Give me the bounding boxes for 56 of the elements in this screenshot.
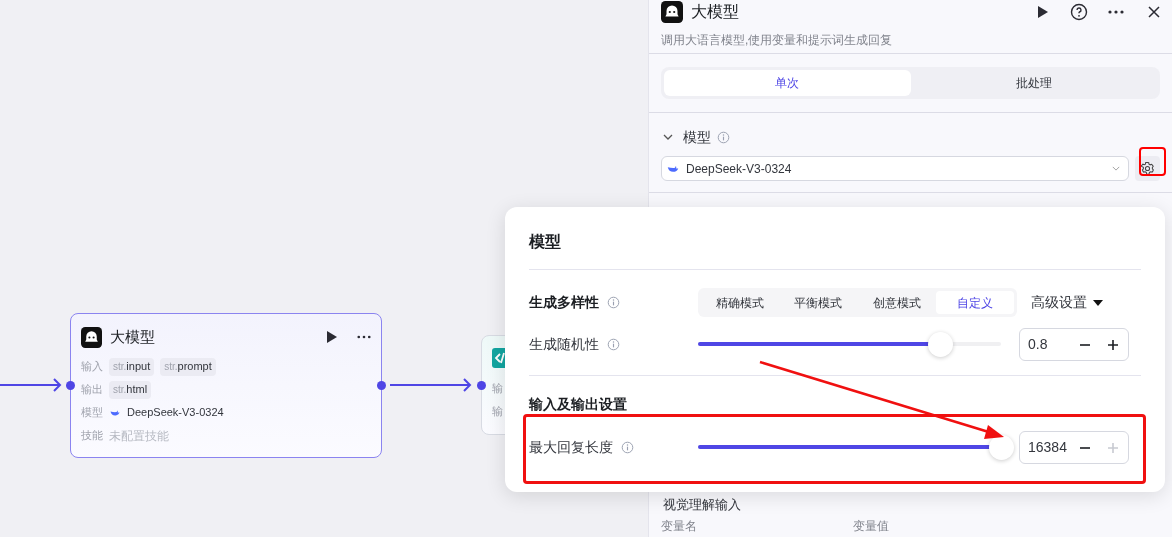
plus-icon[interactable] bbox=[1108, 339, 1118, 350]
play-icon[interactable] bbox=[1038, 6, 1048, 18]
more-icon[interactable] bbox=[1108, 10, 1124, 14]
setting-label: 最大回复长度 bbox=[529, 438, 613, 457]
robot-icon bbox=[81, 326, 102, 348]
slider-handle[interactable] bbox=[989, 435, 1014, 460]
section-title: 视觉理解输入 bbox=[663, 496, 741, 515]
variable-name: input bbox=[126, 359, 151, 375]
panel-title: 大模型 bbox=[691, 2, 739, 22]
mode-option[interactable]: 精确模式 bbox=[701, 291, 780, 314]
model-name: DeepSeek-V3-0324 bbox=[127, 405, 224, 421]
panel-description: 调用大语言模型,使用变量和提示词生成回复 bbox=[660, 32, 894, 49]
close-icon[interactable] bbox=[1148, 6, 1160, 18]
row-label: 输入 bbox=[81, 359, 103, 375]
tab[interactable]: 单次 bbox=[664, 70, 911, 96]
advanced-settings-button[interactable]: 高级设置 bbox=[1031, 292, 1103, 313]
mode-option[interactable]: 自定义 bbox=[935, 291, 1014, 314]
row-label: 输出 bbox=[81, 382, 103, 398]
caret-icon bbox=[1093, 299, 1103, 306]
section-title: 输入及输出设置 bbox=[529, 395, 628, 414]
model-select[interactable]: DeepSeek-V3-0324 bbox=[661, 156, 1129, 181]
chevron-icon[interactable] bbox=[663, 134, 673, 140]
chevron-icon bbox=[1112, 166, 1120, 171]
highlight-box bbox=[1139, 147, 1166, 176]
row-label: 输 bbox=[492, 381, 504, 396]
connector-arrow bbox=[0, 378, 62, 392]
play-icon[interactable] bbox=[327, 331, 337, 343]
type-prefix: str. bbox=[113, 383, 127, 397]
setting-label: 生成随机性 bbox=[529, 335, 599, 354]
mode-option[interactable]: 平衡模式 bbox=[779, 291, 858, 314]
row-label: 模型 bbox=[81, 405, 103, 421]
variable-name: html bbox=[126, 382, 148, 398]
number-input[interactable]: 16384 bbox=[1019, 431, 1129, 464]
node-title: 大模型 bbox=[110, 326, 155, 347]
number-input[interactable]: 0.8 bbox=[1019, 328, 1129, 361]
popup-title: 模型 bbox=[529, 232, 562, 252]
more-icon[interactable] bbox=[357, 335, 371, 339]
tab[interactable]: 批处理 bbox=[910, 70, 1157, 96]
section-title: 模型 bbox=[683, 127, 711, 147]
info-icon bbox=[607, 296, 620, 309]
row-label: 技能 bbox=[81, 428, 103, 444]
column-header: 变量名 bbox=[661, 518, 698, 535]
info-icon bbox=[621, 441, 634, 454]
setting-label: 生成多样性 bbox=[529, 293, 599, 312]
slider[interactable] bbox=[698, 435, 1013, 460]
type-prefix: str. bbox=[113, 360, 127, 374]
type-prefix: str. bbox=[164, 360, 178, 374]
info-icon bbox=[717, 130, 730, 144]
column-header: 变量值 bbox=[853, 518, 890, 535]
help-icon[interactable] bbox=[1070, 3, 1088, 21]
info-icon bbox=[607, 338, 620, 351]
empty-value: 未配置技能 bbox=[109, 427, 169, 445]
slider-handle[interactable] bbox=[928, 332, 954, 357]
row-label: 输 bbox=[492, 403, 504, 419]
gear-icon bbox=[1140, 161, 1155, 176]
mode-option[interactable]: 创意模式 bbox=[857, 291, 936, 314]
